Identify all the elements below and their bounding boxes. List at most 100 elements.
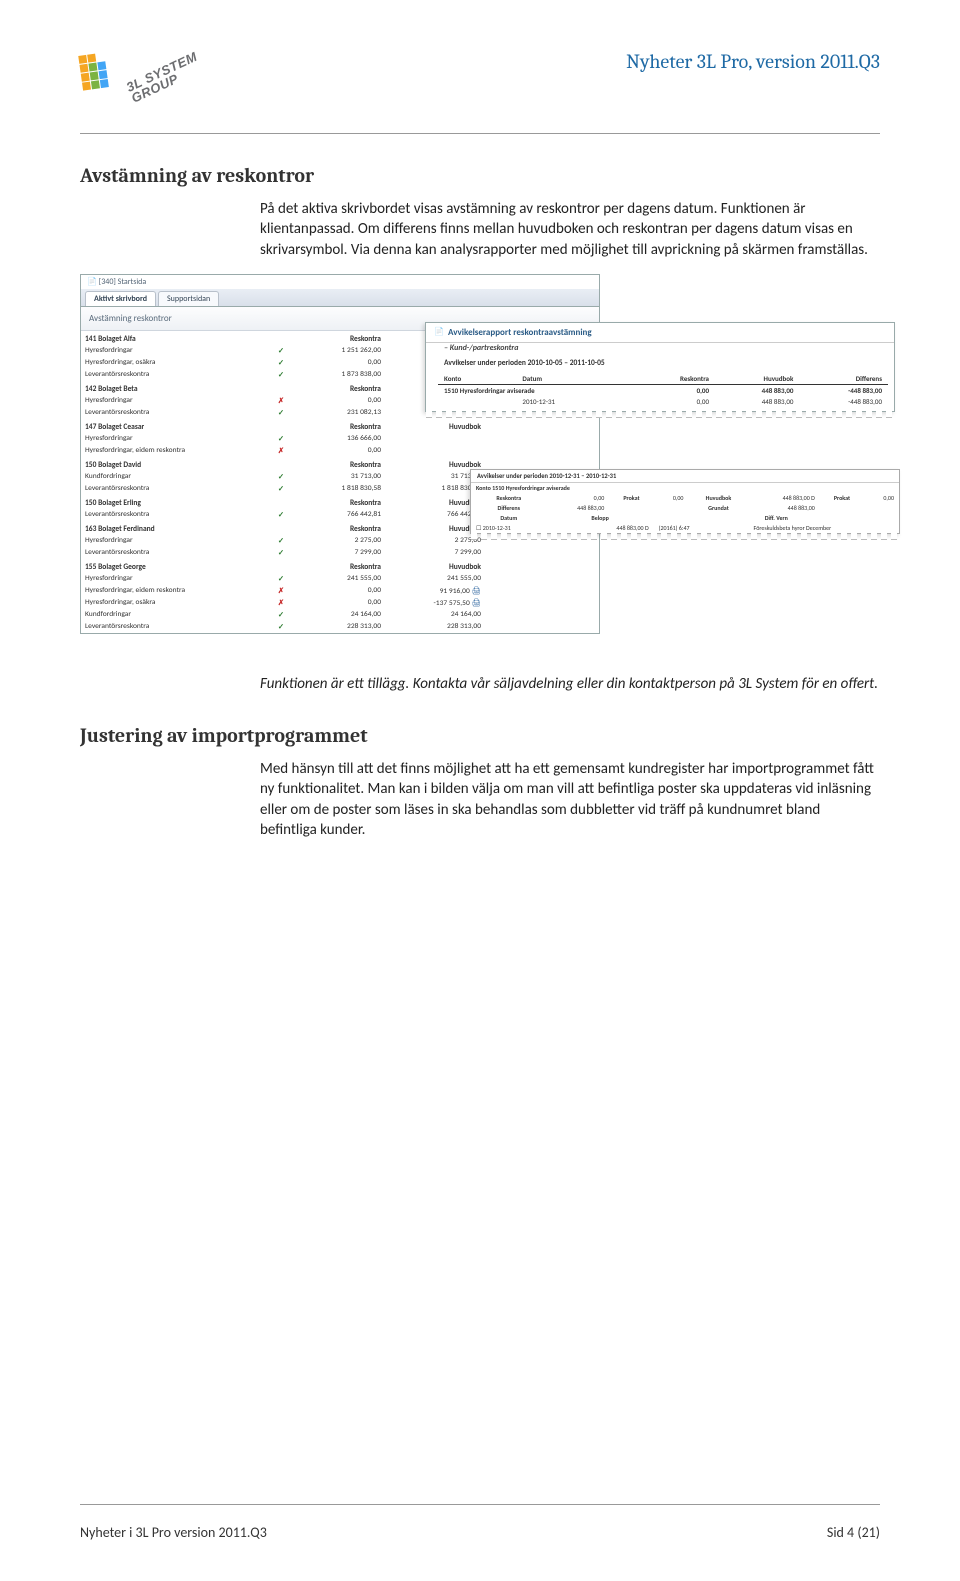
row-reskontra: 1 818 830,58	[291, 483, 391, 495]
tab-aktivt-skrivbord[interactable]: Aktivt skrivbord	[85, 291, 156, 306]
table-row: Hyresfordringar, osäkra✗0,00-137 575,50 …	[81, 597, 599, 609]
report-row-date: 2010-12-31	[516, 396, 636, 407]
group-name: 150 Bolaget David	[81, 457, 271, 471]
report-group-differens: -448 883,00	[799, 384, 888, 396]
check-icon: ✓	[278, 371, 284, 380]
row-reskontra: 24 164,00	[291, 609, 391, 621]
footer-right: Sid 4 (21)	[827, 1524, 880, 1541]
section-note-reskontror: Funktionen är ett tillägg. Kontakta vår …	[80, 674, 880, 694]
row-reskontra: 231 082,13	[291, 407, 391, 419]
table-row: Kundfordringar ✓ 24 164,0024 164,00	[81, 609, 599, 621]
group-name: 147 Bolaget Ceasar	[81, 419, 271, 433]
col-header-reskontra: Reskontra	[291, 419, 391, 433]
report-period: Avvikelser under perioden 2010-10-05 – 2…	[426, 357, 894, 371]
row-label: Leverantörsreskontra	[81, 621, 271, 633]
row-label: Hyresfordringar, eidem reskontra	[81, 585, 271, 597]
row-label: Leverantörsreskontra	[81, 369, 271, 381]
tab-supportsidan[interactable]: Supportsidan	[158, 291, 219, 306]
row-reskontra: 31 713,00	[291, 471, 391, 483]
print-icon[interactable]: 🖨	[471, 587, 481, 596]
row-huvudbok: 24 164,00	[391, 609, 491, 621]
row-huvudbok: 241 555,00	[391, 573, 491, 585]
report-subtitle: – Kund-/partreskontra	[426, 343, 894, 357]
check-icon: ✓	[278, 485, 284, 494]
header-divider	[80, 133, 880, 134]
check-icon: ✓	[278, 435, 284, 444]
row-label: Hyresfordringar	[81, 433, 271, 445]
col-konto: Konto	[438, 373, 516, 385]
row-label: Kundfordringar	[81, 471, 271, 483]
report-icon: 📄	[434, 327, 444, 337]
logo-squares	[78, 52, 109, 90]
report-title: Avvikelserapport reskontraavstämning	[448, 327, 592, 338]
col-header-huvudbok: Huvudbok	[391, 559, 491, 573]
row-reskontra: 228 313,00	[291, 621, 391, 633]
row-label: Kundfordringar	[81, 609, 271, 621]
subval-huvudbok: 448 883,00 D	[749, 493, 820, 503]
check-icon: ✓	[278, 537, 284, 546]
row-label: Leverantörsreskontra	[81, 509, 271, 521]
row-huvudbok: 7 299,00	[391, 547, 491, 559]
cross-icon: ✗	[278, 447, 284, 456]
sublabel-datum: Datum	[471, 513, 547, 523]
document-title: Nyheter 3L Pro, version 2011.Q3	[626, 50, 880, 73]
window-caption: 📄 [340] Startsida	[81, 275, 599, 289]
row-reskontra: 0,00	[291, 597, 391, 609]
group-name: 141 Bolaget Alfa	[81, 331, 271, 345]
table-row: Hyresfordringar✓136 666,00	[81, 433, 599, 445]
row-reskontra: 0,00	[291, 585, 391, 597]
cross-icon: ✗	[278, 397, 284, 406]
print-icon[interactable]: 🖨	[471, 599, 481, 608]
col-header-reskontra: Reskontra	[291, 521, 391, 535]
sublabel-vern: Diff. Vern	[654, 513, 899, 523]
group-name: 163 Bolaget Ferdinand	[81, 521, 271, 535]
row-label: Hyresfordringar, osäkra	[81, 357, 271, 369]
row-huvudbok: 91 916,00 🖨	[391, 585, 491, 597]
check-icon: ✓	[278, 623, 284, 632]
col-header-reskontra: Reskontra	[291, 331, 391, 345]
cross-icon: ✗	[278, 599, 284, 608]
col-huvudbok: Huvudbok	[715, 373, 799, 385]
sublabel-prokat: Prokat	[609, 493, 653, 503]
cross-icon: ✗	[278, 587, 284, 596]
subval-prokat: 0,00	[654, 493, 689, 503]
report-group-line: 1510 Hyresfordringar aviserade	[438, 384, 636, 396]
col-header-reskontra: Reskontra	[291, 381, 391, 395]
table-row: Hyresfordringar, eidem reskontra✗0,00	[81, 445, 599, 457]
col-header-huvudbok: Huvudbok	[391, 419, 491, 433]
col-header-reskontra: Reskontra	[291, 495, 391, 509]
subval-diff: 448 883,00	[547, 503, 610, 513]
row-label: Leverantörsreskontra	[81, 547, 271, 559]
row-label: Hyresfordringar	[81, 395, 271, 407]
table-row: Leverantörsreskontra✓7 299,007 299,00	[81, 547, 599, 559]
tab-bar: Aktivt skrivbord Supportsidan	[81, 289, 599, 307]
sublabel-reskontra: Reskontra	[471, 493, 547, 503]
col-reskontra: Reskontra	[636, 373, 715, 385]
report-table: Konto Datum Reskontra Huvudbok Differens…	[438, 373, 888, 407]
sublabel-diff: Differens	[471, 503, 547, 513]
report-group-reskontra: 0,00	[636, 384, 715, 396]
subval-reskontra: 0,00	[547, 493, 610, 503]
row-reskontra: 7 299,00	[291, 547, 391, 559]
row-huvudbok: 228 313,00	[391, 621, 491, 633]
logo: 3L SYSTEM GROUP	[80, 50, 185, 85]
check-icon: ✓	[278, 511, 284, 520]
row-label: Hyresfordringar	[81, 573, 271, 585]
row-huvudbok	[391, 433, 491, 445]
subreport-header: Avvikelser under perioden 2010-12-31 – 2…	[471, 470, 899, 483]
check-icon: ✓	[278, 611, 284, 620]
row-reskontra: 1 873 838,00	[291, 369, 391, 381]
sublabel-belopp: Belopp	[547, 513, 654, 523]
subval-diff2: 448 883,00	[749, 503, 820, 513]
report-row-huvudbok: 448 883,00	[715, 396, 799, 407]
subreport-account-line: Konto 1510 Hyresfordringar aviserade	[471, 483, 899, 493]
row-reskontra: 1 251 262,00	[291, 345, 391, 357]
section-title-import: Justering av importprogrammet	[80, 724, 880, 747]
sublabel-grundat: Grundat	[688, 503, 748, 513]
check-icon: ✓	[278, 409, 284, 418]
row-reskontra: 2 275,00	[291, 535, 391, 547]
check-icon: ✓	[278, 473, 284, 482]
report-row-reskontra: 0,00	[636, 396, 715, 407]
row-reskontra: 241 555,00	[291, 573, 391, 585]
group-name: 155 Bolaget George	[81, 559, 271, 573]
